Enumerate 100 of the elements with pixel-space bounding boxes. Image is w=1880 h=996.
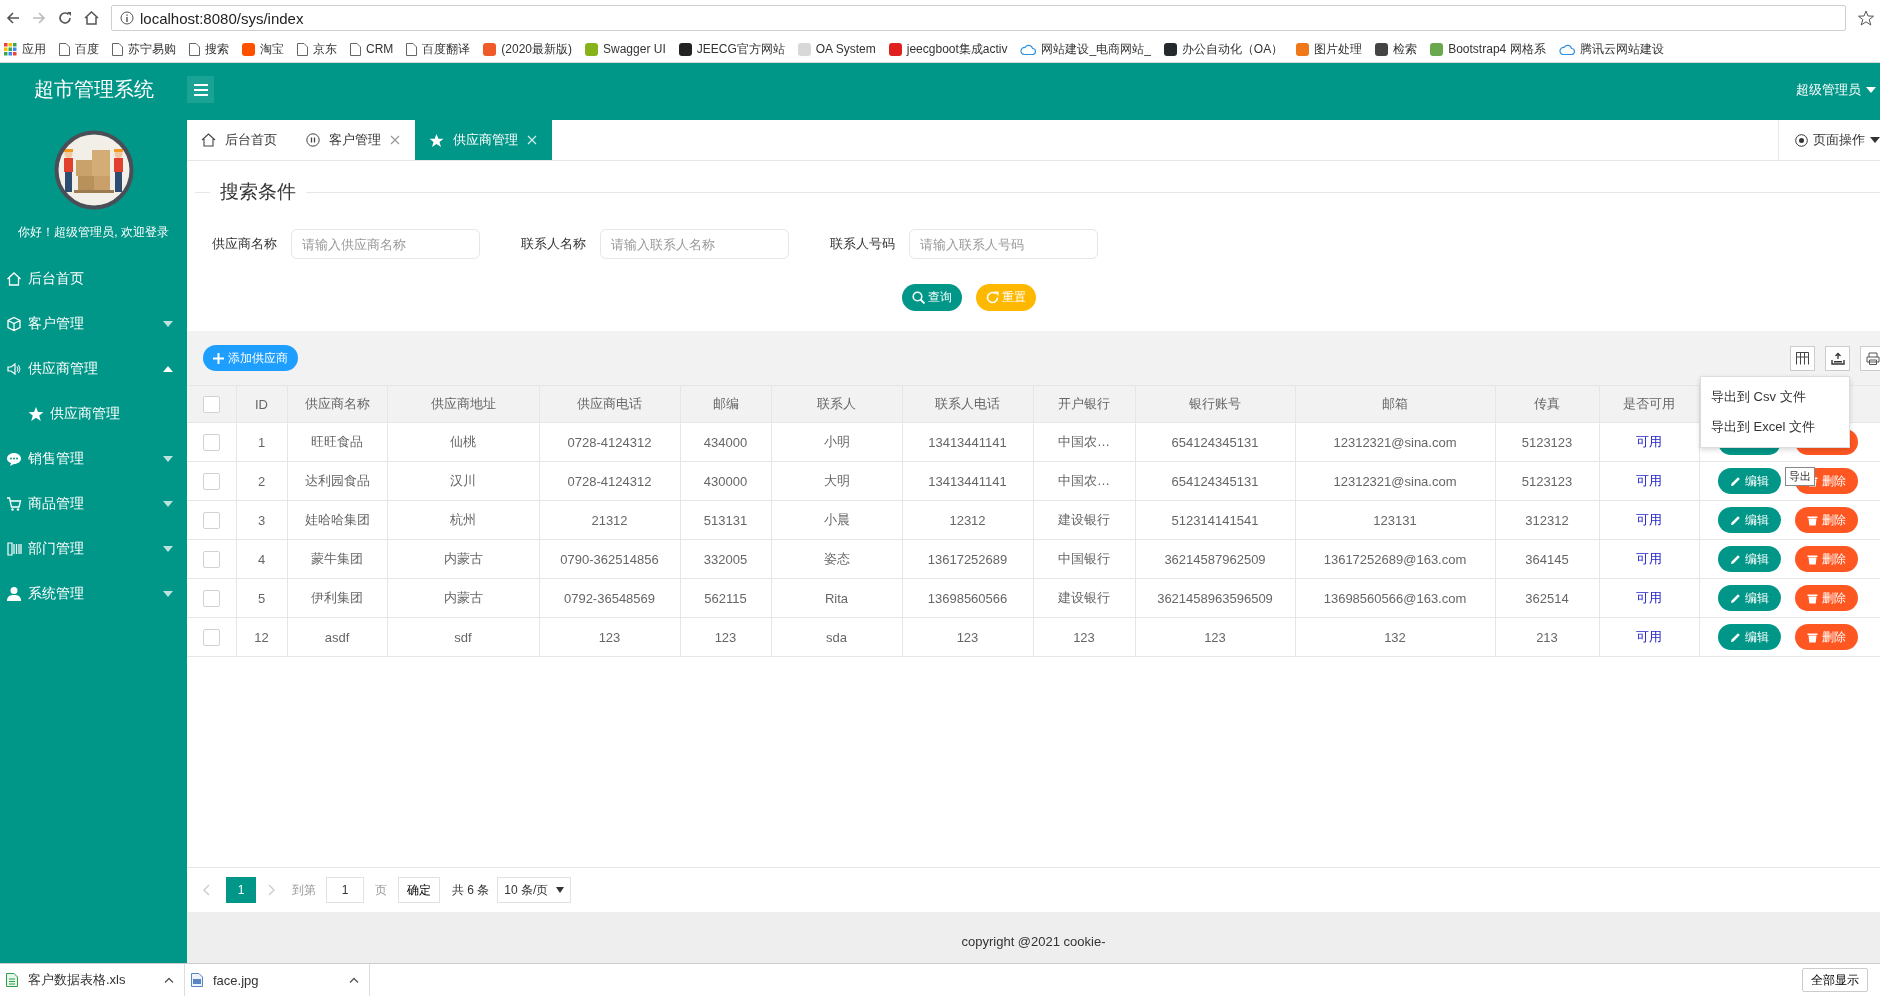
field-label: 联系人名称 xyxy=(521,235,586,253)
download-item[interactable]: 客户数据表格.xls xyxy=(0,964,185,996)
columns-button[interactable] xyxy=(1790,345,1815,371)
table-cell: 建设银行 xyxy=(1033,578,1135,618)
sidebar-item[interactable]: 供应商管理 xyxy=(0,346,187,391)
chevron-left-icon[interactable] xyxy=(202,884,210,896)
bookmark[interactable]: Bootstrap4 网格系 xyxy=(1430,40,1546,58)
tab[interactable]: 客户管理 xyxy=(292,120,415,160)
caret-icon xyxy=(163,500,173,507)
page-input[interactable]: 1 xyxy=(326,877,364,903)
caret-icon xyxy=(163,455,173,462)
table-cell: sda xyxy=(771,617,902,657)
bookmark[interactable]: 检索 xyxy=(1375,40,1418,58)
sidebar-item[interactable]: 后台首页 xyxy=(0,256,187,301)
bookmark[interactable]: 百度 xyxy=(59,40,99,58)
bookmark[interactable]: 办公自动化（OA） xyxy=(1163,40,1284,58)
bookmark[interactable]: 图片处理 xyxy=(1296,40,1363,58)
page-size-select[interactable]: 10 条/页 xyxy=(497,877,572,903)
cloud-icon xyxy=(1558,43,1575,55)
table-cell: 娃哈哈集团 xyxy=(287,500,387,540)
column-header: 银行账号 xyxy=(1135,385,1295,423)
export-button[interactable] xyxy=(1825,345,1850,371)
bookmark[interactable]: CRM xyxy=(350,42,394,56)
edit-button[interactable]: 编辑 xyxy=(1717,507,1781,533)
tab[interactable]: 供应商管理 xyxy=(415,120,552,160)
table-cell: 仙桃 xyxy=(387,422,539,462)
bookmark[interactable]: 百度翻译 xyxy=(406,40,471,58)
edit-button[interactable]: 编辑 xyxy=(1717,624,1781,650)
reload-icon[interactable] xyxy=(58,11,72,25)
address-field[interactable]: localhost:8080/sys/index xyxy=(111,5,1846,31)
bookmark[interactable]: 苏宁易购 xyxy=(112,40,176,58)
checkbox[interactable] xyxy=(202,589,220,607)
home-icon[interactable] xyxy=(84,11,99,25)
menu-button[interactable] xyxy=(187,76,214,103)
checkbox[interactable] xyxy=(202,472,220,490)
grid-icon xyxy=(1796,351,1809,365)
refresh-icon xyxy=(986,291,999,304)
search-field[interactable]: 请输入联系人号码 xyxy=(909,229,1098,259)
column-header: 邮编 xyxy=(680,385,771,423)
page-button[interactable]: 1 xyxy=(226,877,256,903)
search-field[interactable]: 请输入供应商名称 xyxy=(291,229,480,259)
bookmark[interactable]: 腾讯云网站建设 xyxy=(1558,40,1664,58)
bookmark[interactable]: OA System xyxy=(797,42,876,56)
print-button[interactable] xyxy=(1860,345,1880,371)
export-icon xyxy=(1830,351,1845,365)
table-cell: 213 xyxy=(1495,617,1599,657)
sidebar-subitem[interactable]: 供应商管理 xyxy=(0,391,187,436)
bookmark[interactable]: 应用 xyxy=(4,40,46,58)
caret-icon xyxy=(1870,137,1880,143)
sidebar-item[interactable]: 销售管理 xyxy=(0,436,187,481)
table-cell: 123 xyxy=(539,617,680,657)
page-icon xyxy=(59,42,70,56)
menu-item[interactable]: 导出到 Csv 文件 xyxy=(1701,382,1849,412)
bookmark[interactable]: 搜索 xyxy=(189,40,229,58)
table-cell: 13698560566 xyxy=(902,578,1033,618)
sidebar-item[interactable]: 部门管理 xyxy=(0,526,187,571)
search-field[interactable]: 请输入联系人名称 xyxy=(600,229,789,259)
star-icon[interactable] xyxy=(1858,10,1874,26)
tab[interactable]: 后台首页 xyxy=(187,120,292,160)
confirm-button[interactable]: 确定 xyxy=(398,877,440,903)
table-cell: 汉川 xyxy=(387,461,539,501)
download-item[interactable]: face.jpg xyxy=(185,964,370,996)
back-icon[interactable] xyxy=(6,11,20,25)
show-all-button[interactable]: 全部显示 xyxy=(1802,968,1868,992)
bookmark[interactable]: JEECG官方网站 xyxy=(678,40,785,58)
table-cell: 21312 xyxy=(539,500,680,540)
checkbox[interactable] xyxy=(202,433,220,451)
site-icon xyxy=(242,42,255,56)
bookmark[interactable]: 网站建设_电商网站_ xyxy=(1020,40,1151,58)
sidebar-item[interactable]: 系统管理 xyxy=(0,571,187,616)
checkbox[interactable] xyxy=(202,628,220,646)
sidebar-item[interactable]: 商品管理 xyxy=(0,481,187,526)
forward-icon[interactable] xyxy=(32,11,46,25)
bookmark[interactable]: 淘宝 xyxy=(242,40,284,58)
sidebar-item[interactable]: 客户管理 xyxy=(0,301,187,346)
table-cell: 中国农… xyxy=(1033,461,1135,501)
table-cell: 小晨 xyxy=(771,500,902,540)
table-cell: 0792-36548569 xyxy=(539,578,680,618)
edit-button[interactable]: 编辑 xyxy=(1717,585,1781,611)
bookmark[interactable]: Swagger UI xyxy=(585,42,666,56)
edit-button[interactable]: 编辑 xyxy=(1717,546,1781,572)
table-cell: Rita xyxy=(771,578,902,618)
edit-button[interactable]: 编辑 xyxy=(1717,468,1781,494)
table-cell: 大明 xyxy=(771,461,902,501)
chevron-right-icon[interactable] xyxy=(268,884,276,896)
checkbox[interactable] xyxy=(202,511,220,529)
table-cell: 5123123 xyxy=(1495,461,1599,501)
user-menu[interactable]: 超级管理员 xyxy=(1790,79,1880,100)
page-unit-label: 页 xyxy=(375,881,387,899)
menu-item[interactable]: 导出到 Excel 文件 xyxy=(1701,412,1849,442)
bookmark[interactable]: 京东 xyxy=(297,40,337,58)
table-cell: 2 xyxy=(236,461,287,501)
table-cell: 123 xyxy=(1135,617,1295,657)
select-all-checkbox[interactable] xyxy=(202,395,220,413)
bookmark[interactable]: (2020最新版) xyxy=(483,40,572,58)
page-actions-menu[interactable]: 页面操作 xyxy=(1778,120,1880,160)
column-header: 联系人电话 xyxy=(902,385,1033,423)
bookmark[interactable]: jeecgboot集成activ xyxy=(888,40,1008,58)
search-button[interactable]: 查询 xyxy=(902,284,962,311)
checkbox[interactable] xyxy=(202,550,220,568)
